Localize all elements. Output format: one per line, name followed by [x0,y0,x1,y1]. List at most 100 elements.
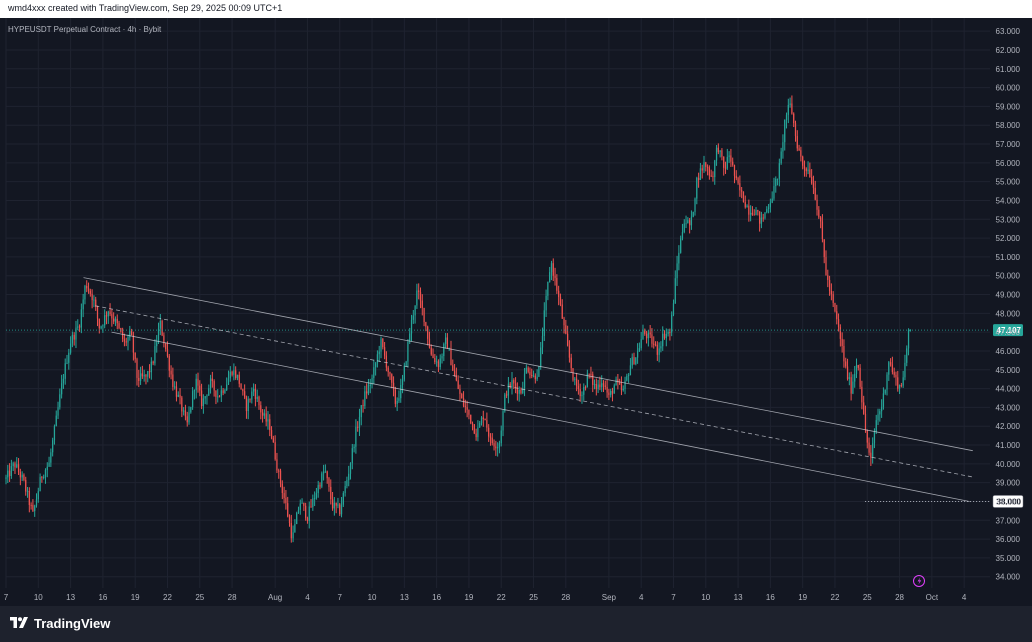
candle-body [672,303,675,315]
candle-body [525,367,527,374]
candle-body [601,383,603,388]
candle-body [37,491,39,500]
candle-body [283,493,285,498]
candle-body [830,290,833,295]
candle-body [505,394,508,396]
candle-body [741,190,743,192]
candle-body [868,442,870,453]
candle-body [172,374,174,387]
candle-body [317,485,319,494]
chart-grid [5,18,990,588]
candle-body [313,498,316,500]
candle-body [346,480,348,487]
candle-body [694,198,696,213]
candle-body [712,176,714,178]
candle-body [527,367,529,372]
candle-body [202,398,205,407]
candle-body [615,379,617,386]
candle-body [828,279,831,291]
price-chart[interactable]: 47.10738.000 34.000 35.000 36.000 37.000 38.… [0,18,1032,606]
candle-body [175,386,178,397]
candle-body [762,217,764,219]
candle-body [138,377,140,381]
candle-body [179,394,181,398]
candle-body [430,347,432,355]
candle-body [471,423,474,425]
candle-body [880,406,883,412]
candle-body [184,410,187,417]
x-tick-label: 4 [639,593,644,602]
candle-body [263,413,266,416]
candle-body [104,315,106,326]
x-tick-label: 22 [497,593,506,602]
time-axis: 7 10 13 16 19 22 25 28 Aug 4 7 10 13 16 19 22 25 28 Sep 4 7 1… [4,593,967,602]
candle-body [864,413,867,431]
candle-body [468,409,470,415]
candle-body [466,407,468,410]
candle-body [733,164,736,176]
candle-body [211,378,213,382]
candle-body [321,473,323,487]
candle-body [197,378,199,386]
candle-body [392,382,395,390]
candle-body [850,377,852,394]
candle-body [561,304,563,319]
candle-body [296,513,298,525]
candle-body [55,415,57,427]
candle-body [814,187,816,200]
candle-body [168,356,170,371]
candle-body [531,375,533,377]
candle-body [809,169,811,178]
candle-body [335,502,337,506]
candle-body [53,426,56,441]
y-tick-label: 45.000 [996,366,1021,375]
candle-body [236,374,239,378]
candle-body [360,405,362,418]
price-axis: 34.000 35.000 36.000 37.000 38.000 39.000 40.0… [996,27,1021,582]
candle-body [288,516,291,524]
candle-body [882,393,885,407]
candle-body [550,263,553,273]
candle-body [34,505,36,512]
candle-body [500,430,502,444]
candle-body [703,162,705,171]
candle-body [834,302,836,312]
candle-body [689,220,691,226]
candle-body [269,419,271,431]
tradingview-logo[interactable]: TradingView [10,616,110,631]
candle-body [111,314,113,319]
candle-body [326,471,328,479]
candle-body [495,446,497,449]
trend-line-channel-mid [95,305,973,478]
candle-body [150,361,152,373]
candle-body [593,383,596,385]
candle-body [96,306,99,319]
candle-body [488,427,490,437]
candle-body [398,398,400,401]
candle-body [778,163,780,179]
candle-body [100,326,102,329]
candle-body [558,290,560,298]
candle-body [436,361,438,363]
candle-body [529,371,531,376]
candle-body [43,477,45,479]
candle-body [57,407,59,416]
candle-body [651,334,653,344]
candle-body [739,183,741,191]
candle-body [425,322,427,327]
candle-body [622,388,624,391]
candle-body [714,160,716,178]
candle-body [592,374,594,385]
candle-body [60,383,63,395]
candle-body [464,405,466,408]
candle-body [66,362,68,364]
candle-body [23,474,25,480]
candle-body [872,443,874,458]
candle-body [62,378,65,384]
candle-body [123,339,126,342]
candle-body [383,347,386,356]
candle-body [349,463,352,474]
candle-body [895,374,897,378]
y-tick-label: 34.000 [996,573,1021,582]
candle-body [256,396,258,399]
